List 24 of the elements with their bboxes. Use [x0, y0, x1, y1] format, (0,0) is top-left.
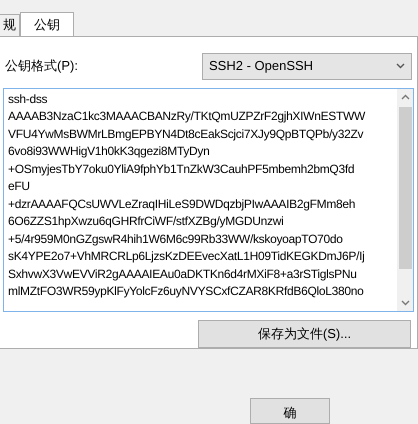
format-label: 公钥格式(P): [5, 57, 78, 76]
format-dropdown[interactable]: SSH2 - OpenSSH [202, 52, 412, 80]
key-text-line: mlMZtFO3WR59ypKlFyYolcFz6uyNVYSCxfCZAR8KRfdB6QloL380no [8, 283, 364, 300]
tab[interactable]: 规 [0, 14, 20, 36]
key-text-line: AAAAB3NzaC1kc3MAAACBANzRy/TKtQmUZPZrF2gjhXIWnESTWW [8, 108, 366, 126]
format-value: SSH2 - OpenSSH [209, 57, 314, 76]
key-text-line: SxhvwX3VwEVViR2gAAAAIEAu0aDKTKn6d4rMXiF8+a3rSTiglsPNu [8, 266, 357, 283]
key-textbox[interactable] [3, 88, 414, 312]
scroll-up-icon [400, 94, 410, 100]
scrollbar[interactable] [397, 88, 413, 311]
key-text-line: ssh-dss [8, 90, 48, 108]
ok-button[interactable]: 确 [250, 398, 330, 424]
key-text-line: VFU4YwMsBWMrLBmgEPBYN4Dt8cEakScjci7XJy9QpBTQPb/y32Zv [8, 126, 364, 143]
key-text-line: +OSmyjesTbY7oku0YliA9fphYb1TnZkW3CauhPF5mbemh2bmQ3fd [8, 160, 354, 178]
key-text-line: 6vo8i93WWHigV1h0kK3qgezi8MTyDyn [8, 143, 210, 160]
key-text-line: +dzrAAAAFQCsUWVLeZraqIHiLeS9DWDqzbjPIwAAAIB2gFMm8eh [8, 196, 356, 213]
scroll-down-icon [400, 300, 410, 306]
key-text-line: eFU [8, 178, 30, 196]
tab[interactable]: 公钥 [20, 12, 74, 37]
key-text-line: 6O6ZZS1hpXwzu6qGHRfrCiWF/stfXZBg/yMGDUnzwi [8, 213, 284, 230]
save-to-file-button[interactable]: 保存为文件(S)... [198, 320, 411, 348]
scrollbar-thumb[interactable] [398, 106, 412, 269]
key-text-line: +5/4r959M0nGZgswR4hih1W6M6c99Rb33WW/kskoyoapTO70do [8, 230, 343, 248]
key-text-line: sK4YPE2o7+VhMRCRLp6LjzsKzDEEvecXatL1H09TidKEGKDmJ6P/Ij [8, 248, 365, 266]
